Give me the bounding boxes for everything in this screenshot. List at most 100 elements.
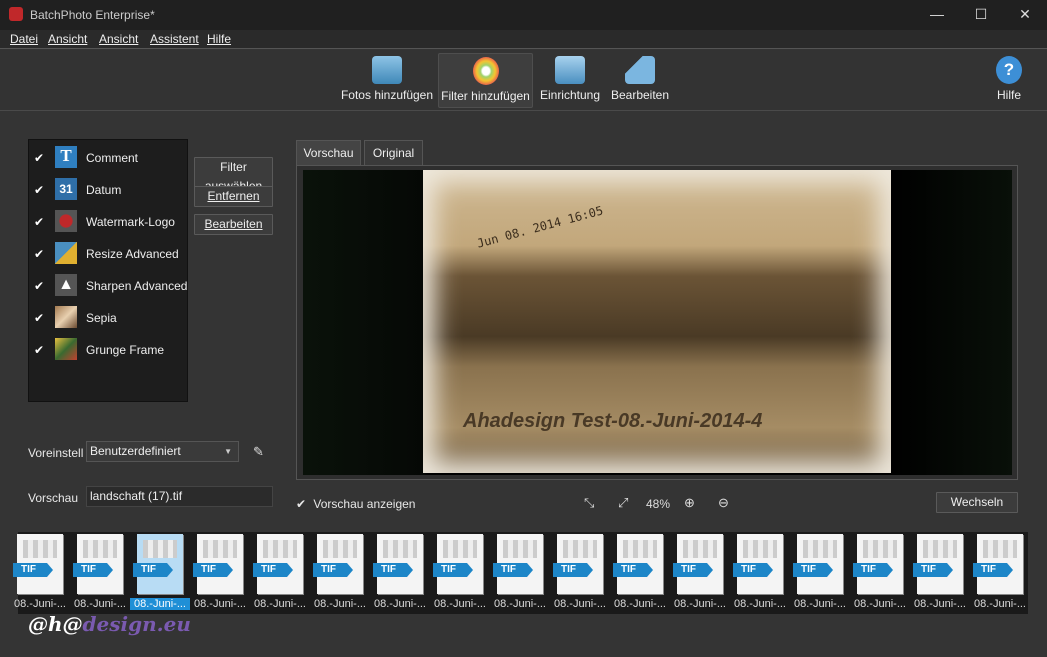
- tif-badge: TIF: [133, 563, 173, 577]
- add-filter-button[interactable]: Filter hinzufügen: [438, 53, 533, 108]
- menu-ansicht-2[interactable]: Ansicht: [99, 32, 138, 46]
- filter-item-sharpen-advanced[interactable]: ✔ ▲ Sharpen Advanced: [29, 274, 189, 306]
- image-placeholder-icon: [743, 540, 777, 558]
- image-placeholder-icon: [683, 540, 717, 558]
- thumbnail[interactable]: TIF: [373, 534, 423, 594]
- pencil-icon[interactable]: ✎: [253, 444, 264, 460]
- menu-ansicht[interactable]: Ansicht: [48, 32, 87, 46]
- preview-file-field[interactable]: landschaft (17).tif: [86, 486, 273, 507]
- thumbnail-label: 08.-Juni-...: [194, 598, 246, 610]
- thumbnail[interactable]: TIF: [913, 534, 963, 594]
- thumbnail[interactable]: TIF: [73, 534, 123, 594]
- tif-badge: TIF: [673, 563, 713, 577]
- setup-button[interactable]: Einrichtung: [538, 53, 602, 108]
- menu-assistent[interactable]: Assistent: [150, 32, 199, 46]
- thumbnail[interactable]: TIF: [853, 534, 903, 594]
- thumbnail[interactable]: TIF: [433, 534, 483, 594]
- thumbnail[interactable]: TIF: [733, 534, 783, 594]
- process-icon: [625, 56, 655, 84]
- checkbox-checked[interactable]: ✔: [34, 183, 44, 197]
- add-photos-button[interactable]: Fotos hinzufügen: [340, 53, 434, 108]
- checkbox-checked[interactable]: ✔: [34, 279, 44, 293]
- thumbnail[interactable]: TIF: [133, 534, 183, 594]
- thumbnail-label: 08.-Juni-...: [914, 598, 966, 610]
- thumbnail-label: 08.-Juni-...: [314, 598, 366, 610]
- thumbnail[interactable]: TIF: [193, 534, 243, 594]
- thumbnail[interactable]: TIF: [493, 534, 543, 594]
- filter-list[interactable]: ✔ T Comment ✔ 31 Datum ✔ Watermark-Logo ✔ Resi…: [28, 139, 188, 402]
- tif-badge: TIF: [613, 563, 653, 577]
- tif-badge: TIF: [13, 563, 53, 577]
- switch-button[interactable]: Wechseln: [936, 492, 1018, 513]
- app-icon: [9, 7, 23, 21]
- minimize-button[interactable]: —: [927, 6, 947, 22]
- thumbnail[interactable]: TIF: [253, 534, 303, 594]
- image-placeholder-icon: [203, 540, 237, 558]
- checkbox-checked[interactable]: ✔: [34, 151, 44, 165]
- chevron-down-icon: ▼: [224, 447, 232, 456]
- menu-hilfe[interactable]: Hilfe: [207, 32, 231, 46]
- image-placeholder-icon: [443, 540, 477, 558]
- checkbox-checked[interactable]: ✔: [34, 215, 44, 229]
- image-placeholder-icon: [923, 540, 957, 558]
- tab-original[interactable]: Original: [364, 140, 423, 166]
- filter-label: Sepia: [86, 311, 117, 325]
- thumbnail-label: 08.-Juni-...: [734, 598, 786, 610]
- tif-badge: TIF: [553, 563, 593, 577]
- menu-datei[interactable]: Datei: [10, 32, 38, 46]
- tif-badge: TIF: [373, 563, 413, 577]
- thumbnail[interactable]: TIF: [793, 534, 843, 594]
- thumbnail-label: 08.-Juni-...: [614, 598, 666, 610]
- maximize-button[interactable]: ☐: [971, 6, 991, 23]
- filter-item-datum[interactable]: ✔ 31 Datum: [29, 178, 189, 210]
- thumbnail-label: 08.-Juni-...: [254, 598, 306, 610]
- show-preview-label: Vorschau anzeigen: [313, 497, 416, 511]
- thumbnail[interactable]: TIF: [613, 534, 663, 594]
- preset-select[interactable]: Benutzerdefiniert ▼: [86, 441, 239, 462]
- checkbox-checked[interactable]: ✔: [34, 311, 44, 325]
- image-placeholder-icon: [263, 540, 297, 558]
- remove-filter-button[interactable]: Entfernen: [194, 186, 273, 207]
- filter-item-sepia[interactable]: ✔ Sepia: [29, 306, 189, 338]
- logo-icon: [55, 210, 77, 232]
- thumbnail[interactable]: TIF: [673, 534, 723, 594]
- tif-badge: TIF: [253, 563, 293, 577]
- tif-badge: TIF: [193, 563, 233, 577]
- checkbox-checked[interactable]: ✔: [34, 247, 44, 261]
- resize-icon: [55, 242, 77, 264]
- fit-icon[interactable]: ⤡: [584, 495, 594, 511]
- thumbnail[interactable]: TIF: [313, 534, 363, 594]
- checkbox-checked[interactable]: ✔: [34, 343, 44, 357]
- text-icon: T: [55, 146, 77, 168]
- watermark-logo: @h@design.eu: [28, 612, 191, 636]
- watermark-logo-text: @h@: [28, 612, 83, 636]
- image-placeholder-icon: [623, 540, 657, 558]
- thumbnail-label: 08.-Juni-...: [434, 598, 486, 610]
- tif-badge: TIF: [793, 563, 833, 577]
- filter-item-comment[interactable]: ✔ T Comment: [29, 146, 189, 178]
- zoom-out-icon[interactable]: ⊖: [718, 495, 729, 511]
- image-placeholder-icon: [863, 540, 897, 558]
- thumbnail[interactable]: TIF: [13, 534, 63, 594]
- edit-filter-button[interactable]: Bearbeiten: [194, 214, 273, 235]
- filter-item-resize-advanced[interactable]: ✔ Resize Advanced: [29, 242, 189, 274]
- zoom-in-icon[interactable]: ⊕: [684, 495, 695, 511]
- thumbnail[interactable]: TIF: [973, 534, 1023, 594]
- tab-vorschau[interactable]: Vorschau: [296, 140, 361, 166]
- help-icon: ?: [996, 56, 1022, 84]
- image-placeholder-icon: [383, 540, 417, 558]
- filter-item-grunge-frame[interactable]: ✔ Grunge Frame: [29, 338, 189, 370]
- filter-item-watermark-logo[interactable]: ✔ Watermark-Logo: [29, 210, 189, 242]
- close-button[interactable]: ✕: [1015, 6, 1035, 23]
- filter-label: Watermark-Logo: [86, 215, 175, 229]
- fullsize-icon[interactable]: ⤢: [618, 495, 628, 511]
- thumbnail-label: 08.-Juni-...: [374, 598, 426, 610]
- checkbox-checked[interactable]: ✔: [296, 497, 306, 511]
- process-button[interactable]: Bearbeiten: [609, 53, 671, 108]
- help-button[interactable]: ? Hilfe: [988, 53, 1030, 108]
- thumbnail-strip[interactable]: TIF 08.-Juni-... TIF 08.-Juni-... TIF 08.-Jun…: [13, 532, 1028, 614]
- thumbnail[interactable]: TIF: [553, 534, 603, 594]
- show-preview-checkbox[interactable]: ✔ Vorschau anzeigen: [296, 497, 415, 511]
- thumbnail-label: 08.-Juni-...: [974, 598, 1026, 610]
- add-filter-label: Filter hinzufügen: [441, 89, 530, 103]
